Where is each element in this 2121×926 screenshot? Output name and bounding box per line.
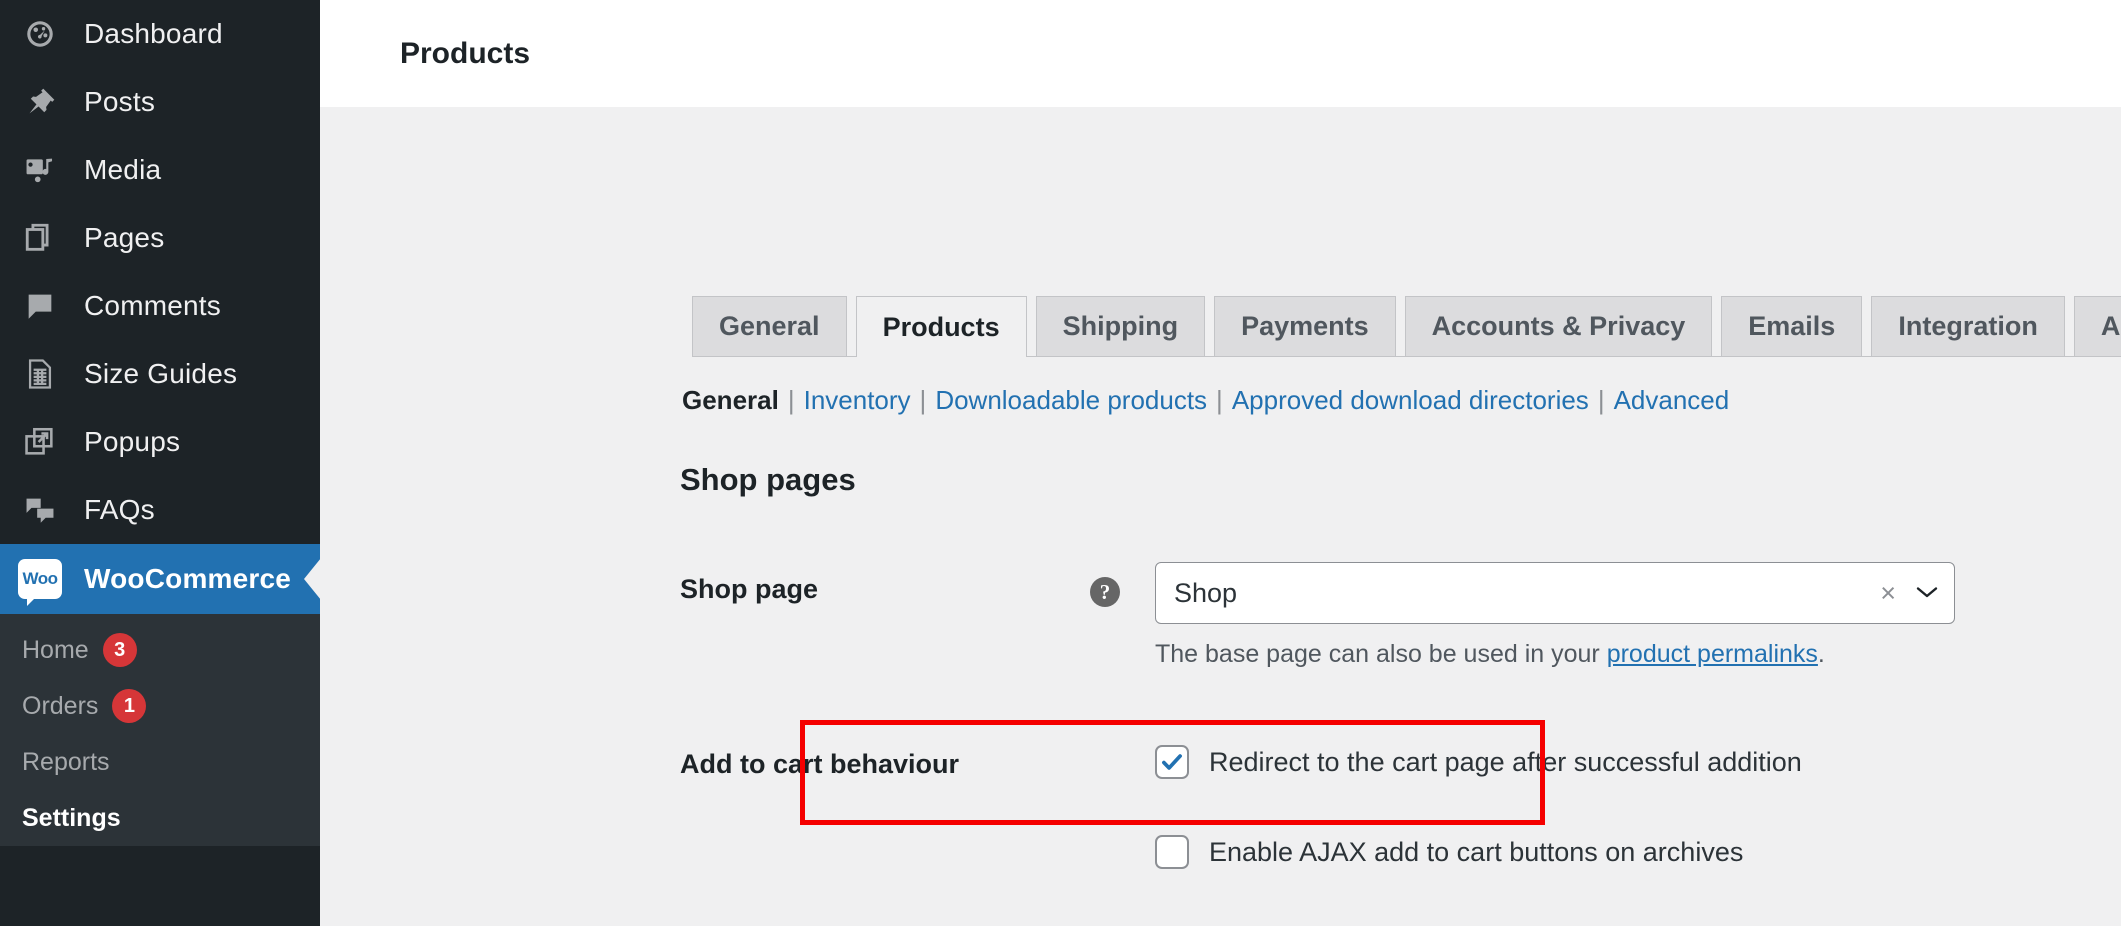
page-header: Products xyxy=(320,0,2121,107)
tab-label: Emails xyxy=(1748,311,1836,341)
add-to-cart-checkbox-column: Redirect to the cart page after successf… xyxy=(1155,745,1802,869)
redirect-to-cart-row[interactable]: Redirect to the cart page after successf… xyxy=(1155,745,1802,779)
description-suffix: . xyxy=(1817,640,1825,668)
woocommerce-logo-text: Woo xyxy=(22,569,58,588)
tab-label: Accounts & Privacy xyxy=(1431,311,1686,341)
sidebar-item-posts[interactable]: Posts xyxy=(0,68,320,136)
tab-accounts-privacy[interactable]: Accounts & Privacy xyxy=(1404,296,1713,356)
settings-tab-bar: General Products Shipping Payments Accou… xyxy=(692,296,2121,357)
subnav-separator: | xyxy=(919,385,927,415)
submenu-item-label: Reports xyxy=(22,747,110,776)
pin-icon xyxy=(18,80,62,124)
page-title: Products xyxy=(400,36,531,70)
shop-page-select[interactable]: Shop × xyxy=(1155,562,1955,624)
add-to-cart-behaviour-row: Add to cart behaviour Redirect to the ca… xyxy=(680,745,1802,869)
app-root: Dashboard Posts Media Pages Comments Siz… xyxy=(0,0,2121,926)
shop-page-field-column: Shop × The base page can also be used in… xyxy=(1155,562,1955,669)
sidebar-item-label: Pages xyxy=(84,222,165,253)
submenu-item-settings[interactable]: Settings xyxy=(0,790,320,846)
admin-sidebar: Dashboard Posts Media Pages Comments Siz… xyxy=(0,0,320,926)
sidebar-item-media[interactable]: Media xyxy=(0,136,320,204)
shop-page-description: The base page can also be used in your p… xyxy=(1155,640,1955,669)
submenu-item-label: Home xyxy=(22,635,89,664)
sidebar-item-dashboard[interactable]: Dashboard xyxy=(0,0,320,68)
tab-advanced[interactable]: Advanced xyxy=(2073,296,2121,356)
subnav-separator: | xyxy=(1216,385,1223,415)
clear-selection-icon[interactable]: × xyxy=(1880,578,1896,609)
subnav-item-advanced[interactable]: Advanced xyxy=(1614,385,1730,416)
subnav-item-inventory[interactable]: Inventory xyxy=(804,385,911,416)
sidebar-item-faqs[interactable]: FAQs xyxy=(0,476,320,544)
submenu-item-home[interactable]: Home 3 xyxy=(0,622,320,678)
sidebar-item-label: Popups xyxy=(84,426,181,457)
sidebar-item-size-guides[interactable]: Size Guides xyxy=(0,340,320,408)
sidebar-item-woocommerce[interactable]: Woo WooCommerce xyxy=(0,544,320,614)
product-permalinks-link[interactable]: product permalinks xyxy=(1607,640,1818,668)
woocommerce-submenu: Home 3 Orders 1 Reports Settings xyxy=(0,614,320,846)
tab-products[interactable]: Products xyxy=(855,296,1027,357)
home-count-badge: 3 xyxy=(102,633,137,667)
tab-integration[interactable]: Integration xyxy=(1871,296,2065,356)
shop-page-row: Shop page ? Shop × The base page can als… xyxy=(680,562,1955,669)
tab-label: Shipping xyxy=(1062,311,1179,341)
enable-ajax-label[interactable]: Enable AJAX add to cart buttons on archi… xyxy=(1209,837,1743,868)
woocommerce-logo-icon: Woo xyxy=(18,559,62,606)
tab-label: Payments xyxy=(1241,311,1369,341)
pages-icon xyxy=(18,216,62,260)
shop-page-help-icon[interactable]: ? xyxy=(1090,577,1120,607)
subnav-separator: | xyxy=(1597,385,1605,415)
enable-ajax-row[interactable]: Enable AJAX add to cart buttons on archi… xyxy=(1155,835,1802,869)
submenu-item-label: Orders xyxy=(22,691,99,720)
subnav-item-downloadable-products[interactable]: Downloadable products xyxy=(935,385,1207,416)
chat-bubbles-icon xyxy=(18,488,62,532)
description-prefix: The base page can also be used in your xyxy=(1155,640,1607,668)
chevron-down-icon[interactable] xyxy=(1914,581,1940,605)
comment-icon xyxy=(18,284,62,328)
sidebar-item-comments[interactable]: Comments xyxy=(0,272,320,340)
tab-payments[interactable]: Payments xyxy=(1214,296,1396,356)
add-to-cart-behaviour-label: Add to cart behaviour xyxy=(680,749,960,779)
sidebar-item-label: WooCommerce xyxy=(84,563,292,594)
tab-label: Products xyxy=(882,311,1000,342)
document-icon xyxy=(18,352,62,396)
enable-ajax-checkbox[interactable] xyxy=(1155,835,1189,869)
submenu-item-orders[interactable]: Orders 1 xyxy=(0,678,320,734)
sidebar-item-label: Posts xyxy=(84,86,156,117)
orders-count-badge: 1 xyxy=(112,689,147,723)
redirect-to-cart-checkbox[interactable] xyxy=(1155,745,1189,779)
sidebar-item-label: Media xyxy=(84,154,162,185)
media-icon xyxy=(18,148,62,192)
shop-page-label: Shop page xyxy=(680,574,819,604)
sidebar-item-popups[interactable]: Popups xyxy=(0,408,320,476)
sidebar-item-pages[interactable]: Pages xyxy=(0,204,320,272)
tab-label: General xyxy=(719,311,820,341)
subnav-item-general[interactable]: General xyxy=(682,385,779,416)
main-area: Products General Products Shipping Payme… xyxy=(320,0,2121,926)
submenu-item-reports[interactable]: Reports xyxy=(0,734,320,790)
settings-subnav: General | Inventory | Downloadable produ… xyxy=(682,385,1729,416)
redirect-to-cart-label[interactable]: Redirect to the cart page after successf… xyxy=(1209,747,1802,778)
subnav-item-approved-download-directories[interactable]: Approved download directories xyxy=(1232,385,1589,416)
sidebar-item-label: FAQs xyxy=(84,494,155,525)
external-window-icon xyxy=(18,420,62,464)
shop-page-selected-value: Shop xyxy=(1174,577,1238,608)
sidebar-item-label: Comments xyxy=(84,290,221,321)
tab-shipping[interactable]: Shipping xyxy=(1035,296,1206,356)
active-menu-arrow-icon xyxy=(304,558,320,600)
tab-label: Advanced xyxy=(2100,311,2121,341)
sidebar-item-label: Size Guides xyxy=(84,358,238,389)
tab-emails[interactable]: Emails xyxy=(1721,296,1863,356)
subnav-separator: | xyxy=(787,385,795,415)
settings-content: General Products Shipping Payments Accou… xyxy=(320,107,2121,926)
submenu-item-label: Settings xyxy=(22,803,121,832)
section-heading: Shop pages xyxy=(680,462,856,497)
dashboard-icon xyxy=(18,12,62,56)
sidebar-item-label: Dashboard xyxy=(84,18,223,49)
tab-general[interactable]: General xyxy=(692,296,847,356)
tab-label: Integration xyxy=(1898,311,2038,341)
